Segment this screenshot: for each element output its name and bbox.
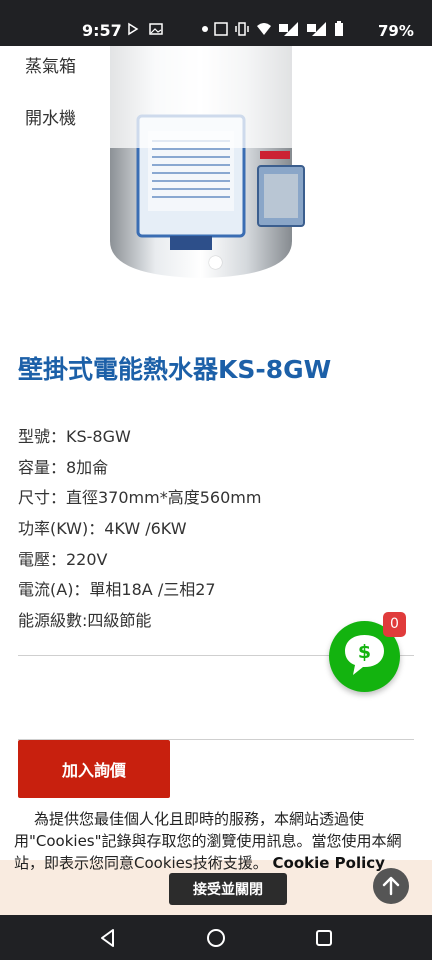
cookie-policy-link[interactable]: Cookie Policy [273,854,385,872]
battery-icon [335,21,343,36]
system-nav-bar [0,915,432,960]
svg-text:$: $ [358,641,371,663]
spec-item-energy-grade: 能源級數:四級節能 [18,611,152,631]
wifi-icon [257,23,271,35]
status-time: 9:57 [82,21,122,40]
nfc-icon [214,22,228,36]
cookie-banner: 為提供您最佳個人化且即時的服務，本網站透過使用"Cookies"記錄與存取您的瀏… [0,800,432,915]
arrow-up-icon [382,876,400,896]
side-menu-item-steam-box[interactable]: 蒸氣箱 [25,52,76,77]
play-icon [128,22,139,36]
lte2-signal-icon [307,22,326,36]
side-menu: 蒸氣箱 開水機 [0,46,110,146]
vibrate-icon [235,22,249,36]
lte-signal-icon [279,22,298,36]
carousel-dot[interactable] [209,256,222,269]
spec-item-current: 電流(A)：單相18A /三相27 [18,580,216,600]
back-icon[interactable] [97,927,119,949]
home-icon[interactable] [205,927,227,949]
status-system-icons [202,21,344,37]
status-notification-icons [127,22,163,36]
spec-item-power: 功率(KW)：4KW /6KW [18,519,187,539]
accept-and-close-button[interactable]: 接受並關閉 [169,873,287,905]
add-inquiry-button[interactable]: 加入詢價 [18,740,170,798]
spec-item-capacity: 容量：8加侖 [18,457,109,477]
battery-percentage: 79% [378,22,414,40]
image-icon [149,23,163,35]
scroll-to-top-button[interactable] [373,868,409,904]
status-bar: 9:57 79% [0,0,432,46]
side-menu-item-water-dispenser[interactable]: 開水機 [25,104,76,129]
recents-icon[interactable] [313,927,335,949]
spec-item-size: 尺寸：直徑370mm*高度560mm [18,488,262,508]
chat-badge-count: 0 [383,612,406,637]
cookie-notice: 為提供您最佳個人化且即時的服務，本網站透過使用"Cookies"記錄與存取您的瀏… [14,808,419,874]
dot-icon [202,26,208,32]
spec-item-voltage: 電壓：220V [18,549,108,569]
spec-item-model: 型號：KS-8GW [18,427,131,446]
spec-list: 型號：KS-8GW 容量：8加侖 尺寸：直徑370mm*高度560mm 功率(K… [18,425,261,640]
product-title: 壁掛式電能熱水器KS-8GW [18,355,332,384]
